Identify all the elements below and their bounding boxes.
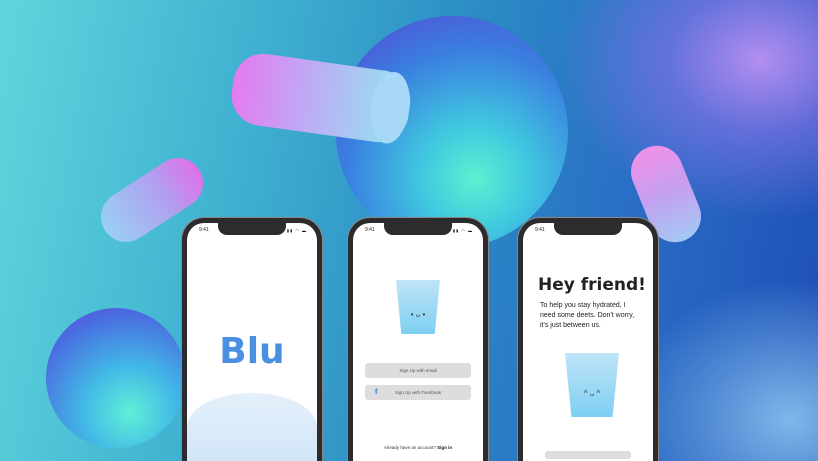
notch <box>384 223 452 235</box>
notch <box>554 223 622 235</box>
signup-facebook-label: Sign Up with Facebook <box>394 390 442 395</box>
phone-onboarding: 9:41 Hey friend! To help you stay hydrat… <box>518 218 658 461</box>
signin-link[interactable]: Sign in <box>437 445 452 450</box>
phone-splash: 9:41 ▮▮ ◠ ▬ Blu <box>182 218 322 461</box>
water-glass-mascot-icon: ^ ᴗ ^ <box>565 353 619 417</box>
facebook-icon: f <box>375 389 378 396</box>
status-time: 9:41 <box>535 227 545 233</box>
signup-facebook-button[interactable]: f Sign Up with Facebook <box>365 385 471 400</box>
status-time: 9:41 <box>365 227 375 233</box>
status-time: 9:41 <box>199 227 209 233</box>
notch <box>218 223 286 235</box>
signup-screen: 9:41 ▮▮ ◠ ▬ • ᴗ • Sign Up with email f Si… <box>353 223 483 461</box>
continue-button[interactable] <box>545 451 631 459</box>
signup-email-label: Sign Up with email <box>399 368 437 373</box>
splash-screen: 9:41 ▮▮ ◠ ▬ Blu <box>187 223 317 461</box>
onboarding-screen: 9:41 Hey friend! To help you stay hydrat… <box>523 223 653 461</box>
onboarding-body: To help you stay hydrated, I need some d… <box>540 302 635 329</box>
signin-prompt: Already have an account? Sign in <box>353 445 483 450</box>
decorative-sphere <box>46 308 186 448</box>
app-logo: Blu <box>219 331 285 372</box>
signal-wifi-battery-icon: ▮▮ ◠ ▬ <box>286 228 307 233</box>
onboarding-title: Hey friend! <box>538 275 646 295</box>
signal-wifi-battery-icon: ▮▮ ◠ ▬ <box>452 228 473 233</box>
phone-signup: 9:41 ▮▮ ◠ ▬ • ᴗ • Sign Up with email f Si… <box>348 218 488 461</box>
wave-decoration <box>187 393 317 461</box>
signup-email-button[interactable]: Sign Up with email <box>365 363 471 378</box>
water-glass-mascot-icon: • ᴗ • <box>396 280 440 334</box>
signin-prompt-text: Already have an account? <box>383 445 436 450</box>
